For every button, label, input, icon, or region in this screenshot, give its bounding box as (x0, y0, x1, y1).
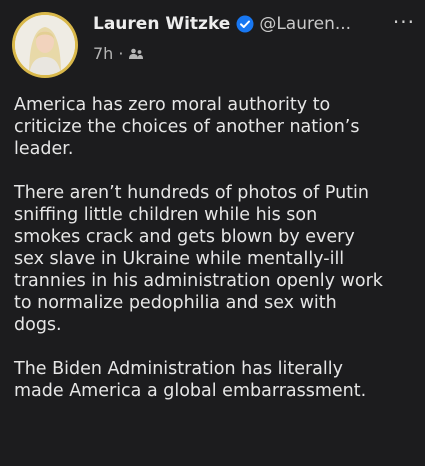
author-avatar[interactable] (12, 12, 78, 78)
author-handle[interactable]: @Lauren... (259, 14, 351, 34)
post-time[interactable]: 7h (93, 44, 113, 63)
more-dots-icon[interactable]: ··· (393, 10, 415, 34)
post-paragraph: The Biden Administration has literally m… (14, 359, 367, 401)
author-row: Lauren Witzke @Lauren... (93, 14, 351, 34)
globe-friends-icon (128, 46, 144, 62)
verified-badge-icon (236, 15, 254, 33)
author-name[interactable]: Lauren Witzke (93, 14, 230, 34)
post-paragraph: America has zero moral authority to crit… (14, 95, 360, 159)
post-meta: 7h · (93, 44, 144, 63)
meta-separator: · (118, 44, 124, 63)
post-paragraph: There aren’t hundreds of photos of Putin… (14, 183, 383, 335)
avatar-image (15, 15, 75, 75)
social-post: Lauren Witzke @Lauren... ··· 7h · Americ… (0, 0, 425, 466)
post-body: America has zero moral authority to crit… (14, 94, 419, 424)
